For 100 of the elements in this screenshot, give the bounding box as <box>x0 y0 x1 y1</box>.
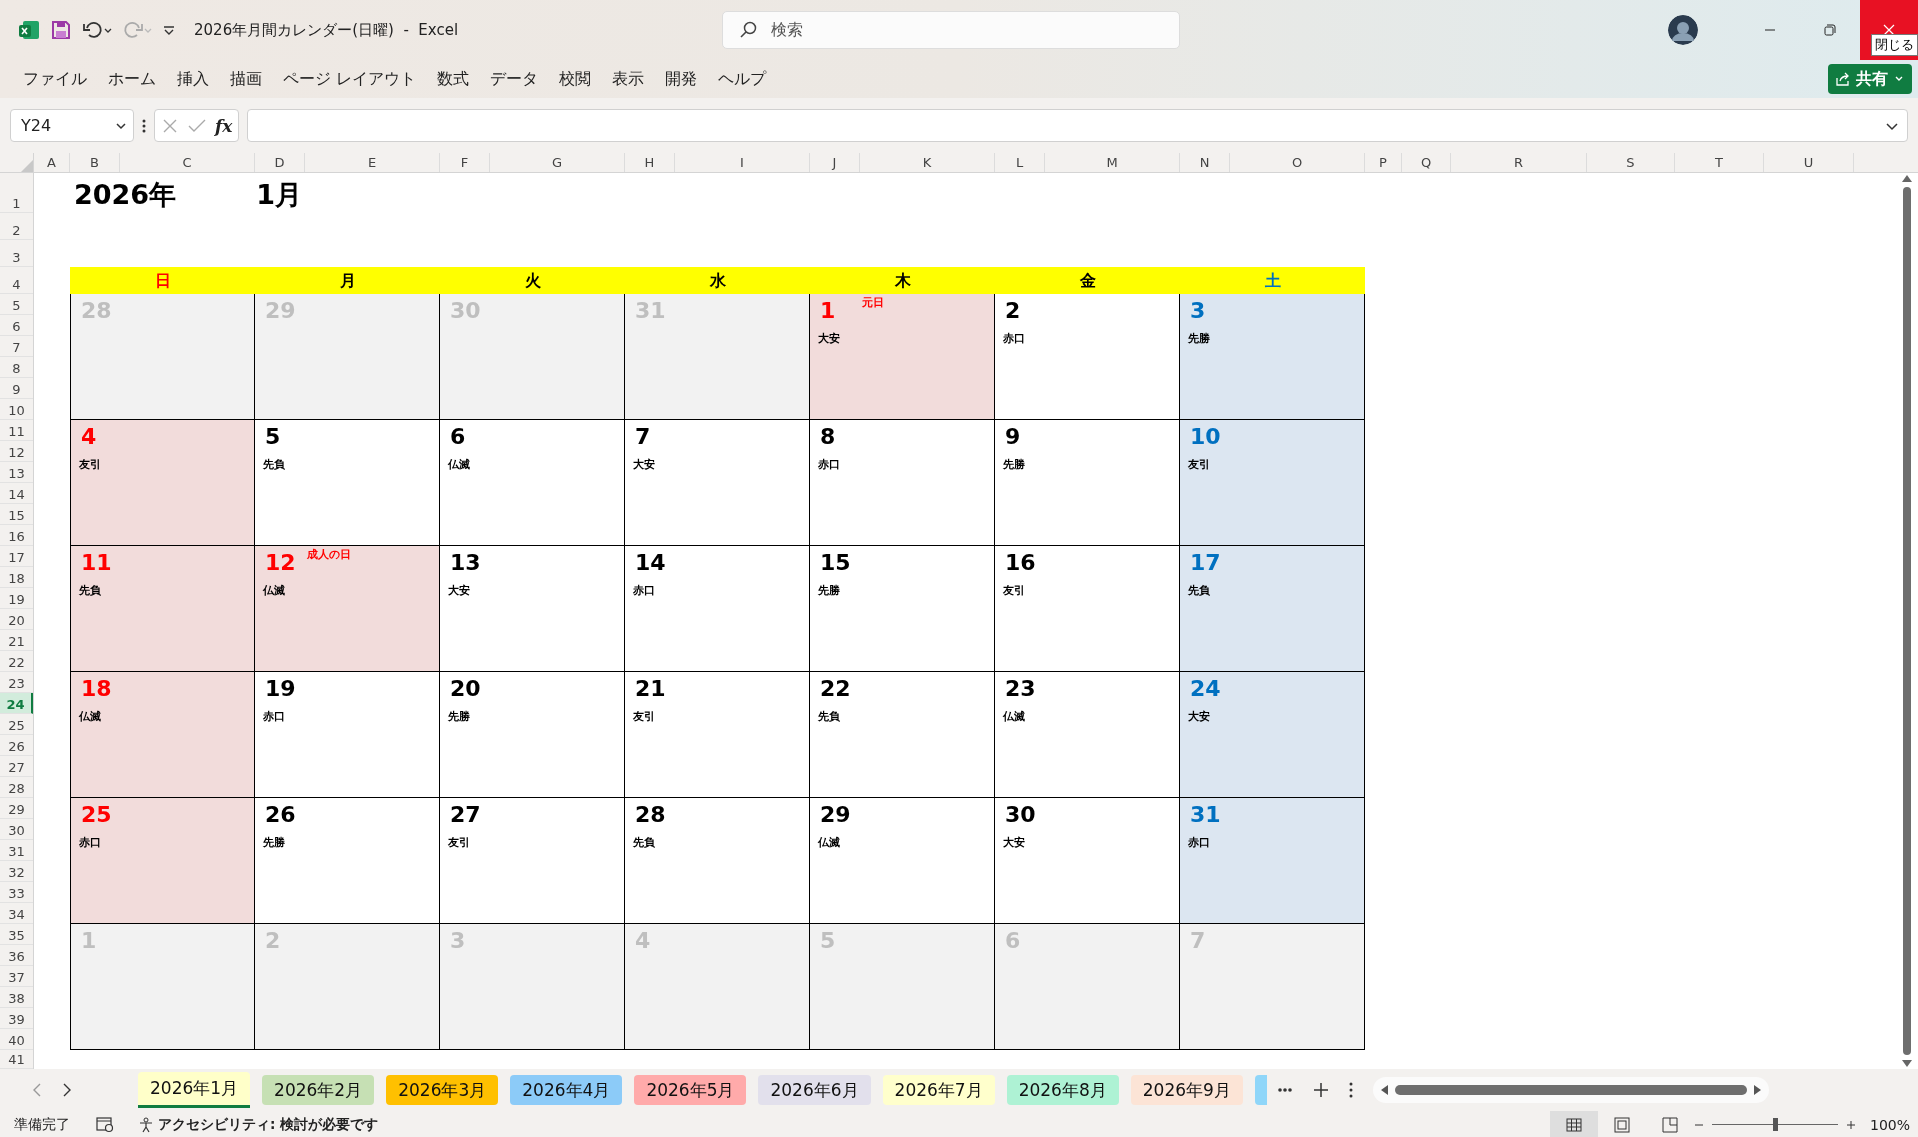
menu-item[interactable]: ホーム <box>99 64 165 94</box>
menu-item[interactable]: データ <box>480 64 547 94</box>
column-header[interactable]: N <box>1180 153 1230 172</box>
row-header[interactable]: 12 <box>0 441 33 462</box>
more-options-icon[interactable] <box>142 118 146 133</box>
row-header[interactable]: 20 <box>0 609 33 630</box>
calendar-day-cell[interactable]: 11 先負 <box>70 546 255 672</box>
row-header[interactable]: 40 <box>0 1029 33 1050</box>
row-header[interactable]: 5 <box>0 294 33 315</box>
menu-item[interactable]: ヘルプ <box>708 64 775 94</box>
calendar-day-cell[interactable]: 22 先負 <box>810 672 995 798</box>
undo-icon[interactable] <box>82 19 112 41</box>
column-header[interactable]: R <box>1451 153 1587 172</box>
row-header[interactable]: 24 <box>0 693 33 714</box>
row-header[interactable]: 28 <box>0 777 33 798</box>
column-header[interactable]: T <box>1675 153 1764 172</box>
column-header[interactable]: A <box>34 153 70 172</box>
column-header[interactable]: G <box>490 153 625 172</box>
row-header[interactable]: 9 <box>0 378 33 399</box>
sheet-tab[interactable]: 2026年6月 <box>758 1075 871 1105</box>
calendar-day-cell[interactable]: 17 先負 <box>1180 546 1365 672</box>
sheet-tab[interactable]: 2026年8月 <box>1006 1075 1119 1105</box>
sheet-tab[interactable]: 2026年1月 <box>138 1072 251 1108</box>
sheet-tab[interactable]: 2026年9月 <box>1130 1075 1243 1105</box>
calendar-day-cell[interactable]: 30 大安 <box>995 798 1180 924</box>
calendar-day-cell[interactable]: 6 仏滅 <box>440 420 625 546</box>
calendar-day-cell[interactable]: 10 友引 <box>1180 420 1365 546</box>
menu-item[interactable]: ファイル <box>14 64 96 94</box>
calendar-day-cell[interactable]: 4 友引 <box>70 420 255 546</box>
row-header[interactable]: 1 <box>0 173 33 213</box>
calendar-day-cell[interactable]: 14 赤口 <box>625 546 810 672</box>
row-header[interactable]: 34 <box>0 903 33 924</box>
row-header[interactable]: 11 <box>0 420 33 441</box>
avatar[interactable] <box>1668 15 1698 45</box>
normal-view-button[interactable] <box>1549 1111 1598 1137</box>
row-header[interactable]: 14 <box>0 483 33 504</box>
menu-item[interactable]: 数式 <box>427 64 478 94</box>
row-header[interactable]: 18 <box>0 567 33 588</box>
column-header[interactable]: J <box>810 153 860 172</box>
calendar-day-cell[interactable]: 31 赤口 <box>1180 798 1365 924</box>
spreadsheet-logo-icon[interactable] <box>18 19 40 41</box>
column-header[interactable]: H <box>625 153 675 172</box>
row-header[interactable]: 38 <box>0 987 33 1008</box>
calendar-day-cell[interactable]: 25 赤口 <box>70 798 255 924</box>
row-header[interactable]: 4 <box>0 267 33 294</box>
row-header[interactable]: 36 <box>0 945 33 966</box>
name-box[interactable]: Y24 <box>10 109 134 142</box>
sheet-tab[interactable]: 2026年3月 <box>386 1075 499 1105</box>
column-header[interactable]: P <box>1365 153 1402 172</box>
calendar-day-cell[interactable]: 1 元日 大安 <box>810 294 995 420</box>
menu-item[interactable]: 開発 <box>655 64 706 94</box>
row-header[interactable]: 3 <box>0 240 33 267</box>
calendar-day-cell[interactable]: 3 先勝 <box>1180 294 1365 420</box>
calendar-day-cell[interactable]: 2 赤口 <box>995 294 1180 420</box>
row-header[interactable]: 16 <box>0 525 33 546</box>
row-header[interactable]: 22 <box>0 651 33 672</box>
calendar-day-cell[interactable]: 7 大安 <box>625 420 810 546</box>
row-header[interactable]: 2 <box>0 213 33 240</box>
calendar-day-cell[interactable]: 19 赤口 <box>255 672 440 798</box>
calendar-day-cell[interactable]: 20 先勝 <box>440 672 625 798</box>
sheet-tab[interactable]: 2026年4月 <box>510 1075 623 1105</box>
menu-item[interactable]: 描画 <box>221 64 271 94</box>
calendar-day-cell[interactable]: 15 先勝 <box>810 546 995 672</box>
sheet-tab[interactable]: 2026年5月 <box>634 1075 747 1105</box>
row-header[interactable]: 35 <box>0 924 33 945</box>
calendar-day-cell[interactable]: 16 友引 <box>995 546 1180 672</box>
row-header[interactable]: 37 <box>0 966 33 987</box>
row-header[interactable]: 39 <box>0 1008 33 1029</box>
save-icon[interactable] <box>50 19 72 41</box>
column-header[interactable]: C <box>120 153 255 172</box>
calendar-day-cell[interactable]: 23 仏滅 <box>995 672 1180 798</box>
sheet-tab[interactable]: 2026年7月 <box>882 1075 995 1105</box>
horizontal-scrollbar[interactable] <box>1372 1077 1769 1103</box>
column-header[interactable]: L <box>995 153 1045 172</box>
calendar-day-cell[interactable]: 9 先勝 <box>995 420 1180 546</box>
menu-item[interactable]: 挿入 <box>168 64 218 94</box>
row-header[interactable]: 25 <box>0 714 33 735</box>
scroll-right-icon[interactable] <box>1752 1084 1763 1096</box>
row-header[interactable]: 21 <box>0 630 33 651</box>
customize-caret-icon[interactable] <box>162 23 176 37</box>
search-field[interactable]: 検索 <box>722 11 1180 49</box>
formula-field[interactable] <box>247 109 1908 142</box>
sheet-view-icon[interactable] <box>96 1116 114 1133</box>
row-header[interactable]: 17 <box>0 546 33 567</box>
share-button[interactable]: 共有 <box>1828 64 1912 94</box>
calendar-day-cell[interactable]: 29 仏滅 <box>810 798 995 924</box>
column-header[interactable]: S <box>1587 153 1675 172</box>
row-header[interactable]: 19 <box>0 588 33 609</box>
column-header[interactable]: D <box>255 153 305 172</box>
accessibility-status[interactable]: アクセシビリティ: 検討が必要です <box>138 1115 379 1134</box>
column-header[interactable]: M <box>1045 153 1180 172</box>
calendar-day-cell[interactable]: 12 成人の日 仏滅 <box>255 546 440 672</box>
row-header[interactable]: 30 <box>0 819 33 840</box>
zoom-level[interactable]: 100% <box>1869 1116 1910 1133</box>
column-header[interactable]: E <box>305 153 440 172</box>
row-header[interactable]: 7 <box>0 336 33 357</box>
column-header[interactable]: F <box>440 153 490 172</box>
row-header[interactable]: 32 <box>0 861 33 882</box>
column-header[interactable]: Q <box>1402 153 1451 172</box>
menu-item[interactable]: 校閲 <box>549 64 600 94</box>
